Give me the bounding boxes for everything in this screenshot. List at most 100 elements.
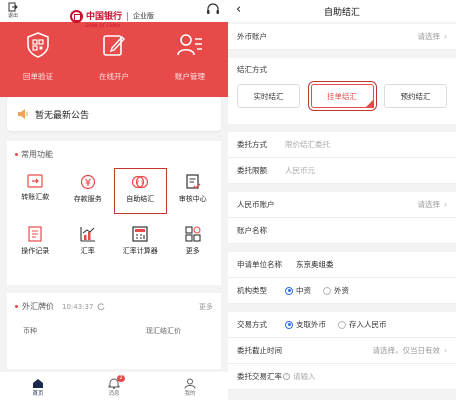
function-transfer[interactable]: 转账汇款 xyxy=(9,168,62,214)
entrust-amount-field[interactable]: 委托限额 人民币元 xyxy=(228,158,456,184)
fx-rates-columns: 币种 现汇结汇价 xyxy=(7,326,221,336)
option-label: 预约结汇 xyxy=(400,91,431,101)
settlement-method-options: 实时结汇 挂单结汇 ✓ 预约结汇 xyxy=(237,81,447,111)
radio-selected-icon xyxy=(285,320,293,329)
user-list-icon xyxy=(177,34,202,56)
function-rate-calculator[interactable]: 汇率计算器 xyxy=(114,220,167,266)
chevron-right-icon: › xyxy=(444,200,447,209)
bank-name: 中国银行 xyxy=(86,12,123,22)
option-realtime-settlement[interactable]: 实时结汇 xyxy=(237,84,300,108)
tab-label: 消息 xyxy=(108,391,120,397)
approval-icon xyxy=(186,174,201,189)
radio-unselected-icon xyxy=(338,320,346,329)
brand-divider xyxy=(127,11,129,21)
radio-unselected-icon xyxy=(323,286,331,295)
field-label: 委托截止时间 xyxy=(237,346,282,355)
field-label: 申请单位名称 xyxy=(237,260,282,269)
fx-rates-more-link[interactable]: 更多 xyxy=(199,302,213,312)
option-label: 实时结汇 xyxy=(253,91,284,101)
field-label: 外币账户 xyxy=(237,32,267,41)
function-deposit[interactable]: 存款服务 xyxy=(62,168,115,214)
radio-chinese-funded[interactable]: 中资 xyxy=(285,285,311,296)
function-more[interactable]: 更多 xyxy=(167,220,220,266)
radio-foreign-funded[interactable]: 外资 xyxy=(323,285,349,296)
banner-item-open-account[interactable]: 在线开户 xyxy=(84,30,144,97)
radio-label: 中资 xyxy=(296,286,311,295)
option-scheduled-settlement[interactable]: 预约结汇 xyxy=(384,84,447,108)
entrust-deadline-field[interactable]: 委托截止时间 请选择，仅当日有效 › xyxy=(228,338,456,364)
refresh-icon[interactable] xyxy=(97,302,105,311)
transaction-type-radios: 支取外币 存入人民币 xyxy=(285,319,399,330)
headset-icon[interactable] xyxy=(206,3,220,17)
field-value: 东京奥组委 xyxy=(296,260,334,269)
home-header: 退出 中国银行 BANK OF CHINA 企业版 xyxy=(0,0,228,28)
field-label: 人民币账户 xyxy=(237,200,275,209)
radio-withdraw-foreign[interactable]: 支取外币 xyxy=(285,319,326,330)
announcement-text: 暂无最新公告 xyxy=(35,110,90,121)
radio-label: 支取外币 xyxy=(296,320,326,329)
function-exchange-rate[interactable]: 汇率 xyxy=(62,220,115,266)
org-type-radios: 中资 外资 xyxy=(285,285,361,296)
field-label: 交易方式 xyxy=(237,320,267,329)
fx-settlement-screen: ‹ 自助结汇 外币账户 请选择 › 结汇方式 实时结汇 挂单结汇 ✓ 预约结汇 xyxy=(228,0,456,400)
fx-rates-panel: 外汇牌价 10:43:37 更多 币种 现汇结汇价 xyxy=(7,293,221,369)
banner-label: 在线开户 xyxy=(99,72,129,81)
field-label: 机构类型 xyxy=(237,286,267,295)
rmb-account-field[interactable]: 人民币账户 请选择 › xyxy=(228,192,456,218)
column-currency: 币种 xyxy=(23,327,37,335)
svg-text:$: $ xyxy=(141,180,144,186)
option-pending-order-settlement[interactable]: 挂单结汇 ✓ xyxy=(307,81,377,111)
transaction-type-field: 交易方式 支取外币 存入人民币 xyxy=(228,312,456,338)
tab-home[interactable]: 首页 xyxy=(32,378,44,397)
field-value: 请选择 xyxy=(417,200,441,209)
entrust-way-field: 委托方式 限价结汇委托 xyxy=(228,132,456,158)
tab-messages[interactable]: 2 消息 xyxy=(108,375,125,397)
function-label: 汇率 xyxy=(80,247,95,255)
function-label: 汇率计算器 xyxy=(122,247,158,255)
check-icon: ✓ xyxy=(367,101,372,107)
help-icon[interactable]: ? xyxy=(283,373,290,380)
back-arrow-icon[interactable]: ‹ xyxy=(236,2,241,17)
qr-shield-icon xyxy=(27,32,49,58)
records-icon xyxy=(28,226,42,242)
person-icon xyxy=(184,378,196,389)
function-fx-settlement[interactable]: ¥ $ 自助结汇 xyxy=(114,168,167,214)
function-records[interactable]: 操作记录 xyxy=(9,220,62,266)
radio-label: 外资 xyxy=(334,286,349,295)
field-label: 委托交易汇率 xyxy=(237,372,282,381)
common-functions-panel: 常用功能 转账汇款 存款服务 ¥ $ 自助结汇 审核中心 操作记录 汇率 汇率计… xyxy=(7,141,221,285)
field-value: 限价结汇委托 xyxy=(285,140,330,149)
rate-input[interactable]: 请输入 xyxy=(293,371,316,382)
banner-label: 账户管理 xyxy=(175,72,205,81)
function-label: 存款服务 xyxy=(73,195,102,203)
function-approval[interactable]: 审核中心 xyxy=(167,168,220,214)
chevron-right-icon: › xyxy=(444,32,447,41)
svg-text:¥: ¥ xyxy=(136,180,139,186)
tab-mine[interactable]: 我的 xyxy=(184,378,196,397)
function-grid: 转账汇款 存款服务 ¥ $ 自助结汇 审核中心 操作记录 汇率 汇率计算器 更多 xyxy=(7,160,221,266)
bottom-tabbar: 首页 2 消息 我的 xyxy=(0,372,228,400)
bank-logo-icon xyxy=(70,9,83,23)
tab-label: 我的 xyxy=(184,391,196,397)
announcement-bar[interactable]: 暂无最新公告 xyxy=(7,97,221,131)
title-dot xyxy=(15,153,18,156)
amount-input[interactable]: 人民币元 xyxy=(285,165,315,176)
deposit-icon xyxy=(80,174,95,190)
exit-label: 退出 xyxy=(7,13,18,19)
field-label: 委托方式 xyxy=(237,140,267,149)
function-label: 转账汇款 xyxy=(21,193,50,201)
org-type-field: 机构类型 中资 外资 xyxy=(228,278,456,304)
radio-deposit-rmb[interactable]: 存入人民币 xyxy=(338,319,387,330)
entrust-rate-field[interactable]: 委托交易汇率 ? 请输入 xyxy=(228,364,456,390)
settlement-method-section: 结汇方式 实时结汇 挂单结汇 ✓ 预约结汇 xyxy=(228,58,456,124)
section-title: 常用功能 xyxy=(21,150,53,159)
banner-item-account-manage[interactable]: 账户管理 xyxy=(160,30,220,97)
radio-label: 存入人民币 xyxy=(349,320,387,329)
exit-button[interactable]: 退出 xyxy=(5,2,21,19)
edit-doc-icon xyxy=(103,35,125,56)
foreign-account-field[interactable]: 外币账户 请选择 › xyxy=(228,24,456,50)
banner-item-receipt-verify[interactable]: 回单验证 xyxy=(8,30,68,97)
column-price: 现汇结汇价 xyxy=(146,327,181,335)
